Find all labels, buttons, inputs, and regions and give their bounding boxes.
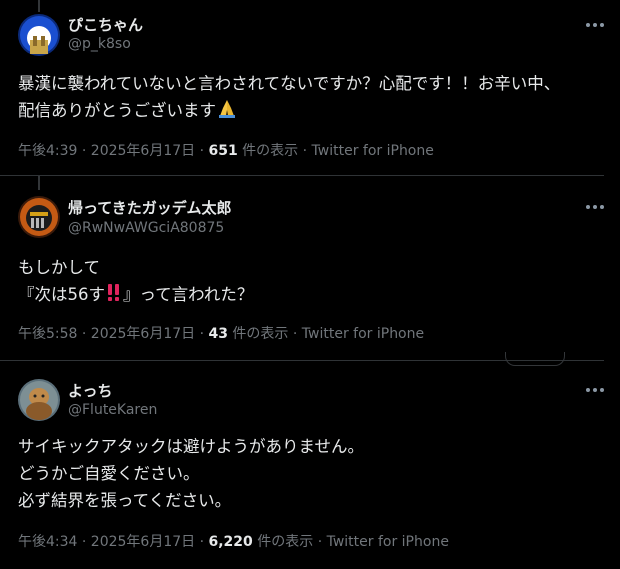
tweet-text-line: 暴漢に襲われていないと言わされてないですか？心配です！！お辛い中、	[18, 74, 561, 93]
tweet-text-line: 『次は56す 』って言われた？	[18, 281, 253, 310]
tweet-2[interactable]: 帰ってきたガッデム太郎 @RwNwAWGciA80875 もしかして 『次は56…	[0, 176, 620, 360]
views-source: 件の表示 · Twitter for iPhone	[237, 143, 434, 159]
more-options-icon[interactable]	[586, 22, 604, 28]
pray-emoji	[216, 98, 238, 126]
tweet-1[interactable]: ぴこちゃん @p_k8so 暴漢に襲われていないと言わされてないですか？心配です…	[0, 0, 620, 175]
tweet-meta: 午後5:58 · 2025年6月17日 · 43 件の表示 · Twitter …	[18, 323, 424, 343]
more-options-icon[interactable]	[586, 204, 604, 210]
avatar-image	[18, 14, 60, 56]
tweet-meta: 午後4:34 · 2025年6月17日 · 6,220 件の表示 · Twitt…	[18, 531, 449, 551]
tweet-text-line: 配信ありがとうございます	[18, 97, 560, 126]
timestamp[interactable]: 午後4:39 · 2025年6月17日 ·	[18, 143, 209, 159]
avatar[interactable]	[18, 14, 60, 56]
tweet-3[interactable]: よっち @FluteKaren サイキックアタックは避けようがありません。 どう…	[0, 361, 620, 569]
user-handle[interactable]: @RwNwAWGciA80875	[68, 220, 224, 236]
view-count[interactable]: 6,220	[209, 534, 253, 550]
display-name[interactable]: 帰ってきたガッデム太郎	[68, 197, 232, 218]
timestamp[interactable]: 午後5:58 · 2025年6月17日 ·	[18, 326, 209, 342]
avatar[interactable]	[18, 379, 60, 421]
display-name[interactable]: ぴこちゃん	[68, 14, 143, 35]
avatar-image	[18, 379, 60, 421]
tweet-text: 暴漢に襲われていないと言わされてないですか？心配です！！お辛い中、 配信ありがと…	[18, 70, 560, 126]
tweet-text-line: もしかして	[18, 258, 101, 277]
view-count[interactable]: 43	[209, 326, 228, 342]
tweet-text-line: 必ず結界を張ってください。	[18, 491, 232, 510]
user-handle[interactable]: @p_k8so	[68, 36, 131, 52]
timestamp[interactable]: 午後4:34 · 2025年6月17日 ·	[18, 534, 209, 550]
tweet-meta: 午後4:39 · 2025年6月17日 · 651 件の表示 · Twitter…	[18, 140, 434, 160]
display-name[interactable]: よっち	[68, 380, 113, 401]
view-count[interactable]: 651	[209, 143, 238, 159]
tweet-text-line: サイキックアタックは避けようがありません。	[18, 437, 365, 456]
tweet-text: サイキックアタックは避けようがありません。 どうかご自愛ください。 必ず結界を張…	[18, 433, 364, 514]
tweet-text-line: どうかご自愛ください。	[18, 464, 200, 483]
views-source: 件の表示 · Twitter for iPhone	[252, 534, 449, 550]
user-handle[interactable]: @FluteKaren	[68, 402, 157, 418]
more-options-icon[interactable]	[586, 387, 604, 393]
tweet-text: もしかして 『次は56す 』って言われた？	[18, 254, 253, 310]
avatar[interactable]	[18, 196, 60, 238]
views-source: 件の表示 · Twitter for iPhone	[227, 326, 425, 342]
avatar-image	[18, 196, 60, 238]
double-exclamation-emoji	[105, 282, 123, 310]
